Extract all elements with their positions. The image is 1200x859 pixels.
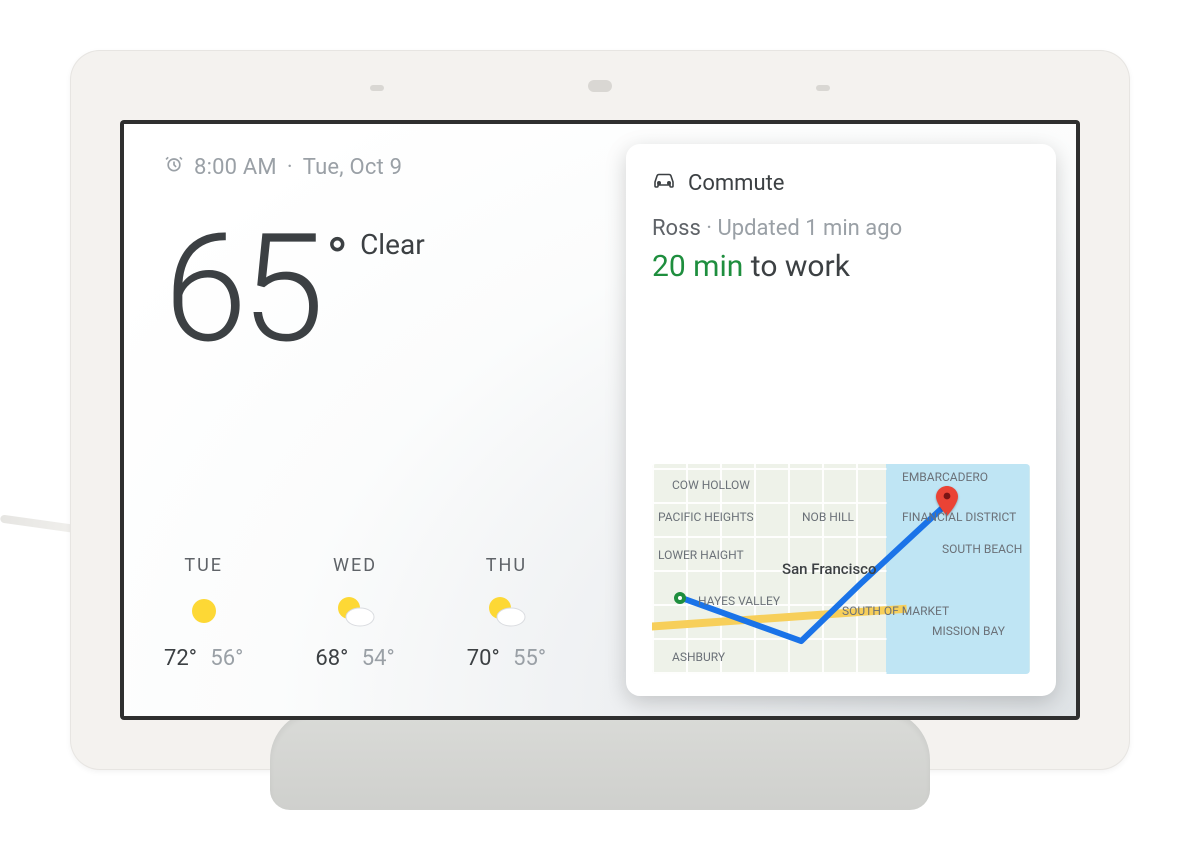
forecast-day[interactable]: TUE 72° 56° <box>164 555 243 671</box>
forecast-day-label: WED <box>315 555 394 576</box>
forecast-day-label: THU <box>467 555 546 576</box>
commute-subtitle: Ross · Updated 1 min ago <box>652 216 1030 241</box>
forecast-lo: 54° <box>362 646 395 671</box>
forecast-lo: 55° <box>513 646 546 671</box>
alarm-icon <box>164 154 184 180</box>
car-icon <box>652 170 676 196</box>
degree-symbol: ° <box>326 226 348 294</box>
commute-destination: to work <box>751 249 850 284</box>
partly-cloudy-icon <box>467 588 546 634</box>
forecast-temps: 68° 54° <box>315 646 394 671</box>
power-cord <box>0 514 80 533</box>
map-neighborhood-label: MISSION BAY <box>932 624 1005 638</box>
status-bar: 8:00 AM · Tue, Oct 9 <box>164 154 402 180</box>
forecast-temps: 70° 55° <box>467 646 546 671</box>
home-screen[interactable]: 8:00 AM · Tue, Oct 9 65 ° Clear TUE 72° <box>124 124 1076 716</box>
forecast-hi: 68° <box>315 646 348 671</box>
map-route-start <box>674 592 686 604</box>
forecast-hi: 70° <box>467 646 500 671</box>
map-neighborhood-label: FINANCIAL DISTRICT <box>902 510 1016 524</box>
map-neighborhood-label: LOWER HAIGHT <box>658 548 744 562</box>
map-neighborhood-label: SOUTH BEACH <box>942 542 1022 556</box>
commute-title: Commute <box>688 171 784 196</box>
mic-hole-left <box>370 85 384 91</box>
weather-condition: Clear <box>360 228 425 261</box>
map-neighborhood-label: SOUTH OF MARKET <box>842 604 949 618</box>
forecast-day[interactable]: WED 68° 54° <box>315 555 394 671</box>
current-temperature: 65 <box>164 214 318 364</box>
commute-name: Ross <box>652 216 701 241</box>
forecast-day[interactable]: THU 70° 55° <box>467 555 546 671</box>
forecast-hi: 72° <box>164 646 197 671</box>
map-neighborhood-label: HAYES VALLEY <box>698 594 780 608</box>
commute-header: Commute <box>652 170 1030 196</box>
map-neighborhood-label: PACIFIC HEIGHTS <box>658 510 754 524</box>
map-neighborhood-label: EMBARCADERO <box>902 470 988 484</box>
map-neighborhood-label: COW HOLLOW <box>672 478 750 492</box>
device-frame: 8:00 AM · Tue, Oct 9 65 ° Clear TUE 72° <box>70 50 1130 770</box>
forecast-row[interactable]: TUE 72° 56° WED <box>164 555 546 671</box>
map-neighborhood-label: ASHBURY <box>672 650 725 664</box>
ambient-sensor <box>588 80 612 92</box>
screen-bezel: 8:00 AM · Tue, Oct 9 65 ° Clear TUE 72° <box>120 120 1080 720</box>
speaker-base <box>270 710 930 810</box>
mic-hole-right <box>816 85 830 91</box>
status-date: Tue, Oct 9 <box>303 155 402 180</box>
forecast-temps: 72° 56° <box>164 646 243 671</box>
status-separator: · <box>287 155 293 180</box>
commute-updated: Updated 1 min ago <box>718 216 903 241</box>
forecast-day-label: TUE <box>164 555 243 576</box>
commute-map[interactable]: San Francisco COW HOLLOW EMBARCADERO PAC… <box>652 464 1030 674</box>
commute-card[interactable]: Commute Ross · Updated 1 min ago 20 min … <box>626 144 1056 696</box>
commute-eta-line: 20 min to work <box>652 249 1030 284</box>
map-city-label: San Francisco <box>782 560 877 578</box>
map-neighborhood-label: NOB HILL <box>802 510 854 524</box>
current-weather[interactable]: 65 ° Clear <box>164 214 425 364</box>
commute-eta: 20 min <box>652 249 743 284</box>
forecast-lo: 56° <box>210 646 243 671</box>
alarm-time: 8:00 AM <box>194 155 277 180</box>
sunny-icon <box>164 588 243 634</box>
partly-cloudy-icon <box>315 588 394 634</box>
